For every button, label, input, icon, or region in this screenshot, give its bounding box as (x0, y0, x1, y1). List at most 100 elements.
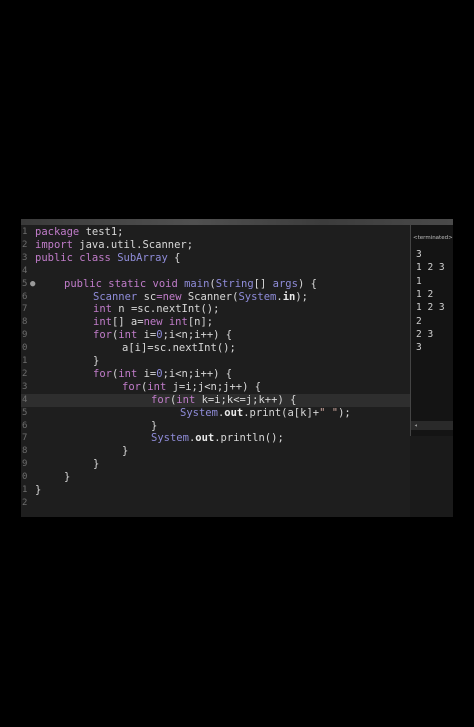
code-text: System.out.print(a[k]+" "); (180, 407, 351, 420)
console-view[interactable]: <terminated> 31 2 311 21 2 322 33 ◂ (410, 225, 453, 437)
code-line[interactable]: 9 for(int i=0;i<n;i++) { (21, 329, 410, 342)
console-output-line: 1 2 3 (416, 262, 445, 274)
code-token: for (122, 380, 141, 393)
line-number: 2 (22, 368, 28, 379)
code-text: public static void main(String[] args) { (64, 278, 317, 291)
breakpoint-marker-icon[interactable]: ● (30, 278, 35, 291)
code-token: ) { (297, 277, 317, 290)
code-token: i= (143, 329, 157, 342)
code-token: System (238, 290, 277, 303)
code-token: } (93, 458, 100, 471)
code-line[interactable]: 5 ● public static void main(String[] args)… (21, 278, 410, 291)
code-line[interactable]: 7 int n =sc.nextInt(); (21, 303, 410, 316)
code-token: [] (253, 277, 273, 290)
code-line[interactable]: 2 (21, 497, 410, 510)
code-line[interactable]: 1} (21, 355, 410, 368)
code-token: main (184, 277, 210, 290)
code-line[interactable]: 2 import java.util.Scanner; (21, 239, 410, 252)
ide-window: 1 package test1; 2 import java.util.Scanner… (21, 219, 453, 517)
code-line[interactable]: 1 package test1; (21, 226, 410, 239)
console-scrollbar[interactable]: ◂ (411, 421, 453, 430)
line-number: 1 (22, 485, 28, 495)
code-token: a[i]=sc.nextInt(); (122, 342, 236, 355)
code-token: } (122, 445, 129, 458)
code-text: for(int j=i;j<n;j++) { (122, 381, 261, 394)
console-empty-area (410, 436, 453, 517)
code-token: } (64, 471, 71, 484)
code-line[interactable]: 6 Scanner sc=new Scanner(System.in); (21, 291, 410, 304)
code-token: sc (143, 290, 157, 303)
code-text: } (151, 420, 157, 433)
code-token: [n]; (187, 316, 214, 329)
code-line[interactable]: 3 public class SubArray { (21, 252, 410, 265)
code-token: import (35, 238, 80, 251)
line-number: 6 (22, 291, 28, 302)
code-line[interactable]: 9} (21, 458, 410, 471)
line-number: 8 (22, 317, 28, 328)
code-line[interactable]: 4 for(int k=i;k<=j;k++) { (21, 393, 410, 407)
code-token: [] a= (111, 316, 144, 329)
line-number: 2 (22, 239, 28, 250)
code-token: k=i;k<=j;k++) { (201, 393, 297, 406)
code-token: int (147, 380, 173, 393)
code-editor[interactable]: 1 package test1; 2 import java.util.Scanner… (21, 225, 410, 517)
code-token: out (195, 432, 215, 445)
line-number: 9 (22, 330, 28, 341)
console-output-line: 2 3 (416, 328, 434, 340)
code-line[interactable]: 8 int[] a=new int[n]; (21, 316, 410, 329)
code-line[interactable]: 8} (21, 445, 410, 458)
line-number: 4 (22, 265, 28, 276)
code-token: public static void (64, 277, 185, 290)
line-number: 0 (22, 472, 28, 483)
code-text: a[i]=sc.nextInt(); (122, 342, 236, 355)
code-token: for (151, 393, 170, 406)
code-token: } (151, 419, 158, 432)
console-output-line: 1 2 (416, 288, 434, 300)
line-number: 7 (22, 433, 28, 444)
code-text: import java.util.Scanner; (35, 239, 193, 252)
console-output-line: 3 (416, 249, 422, 260)
code-token: .println(); (214, 432, 284, 445)
code-line[interactable]: 6} (21, 420, 410, 433)
code-token: String (215, 277, 254, 290)
code-token: test1; (85, 226, 124, 238)
code-line[interactable]: 2 for(int i=0;i<n;i++) { (21, 368, 410, 381)
code-token: j=i;j<n;j++) { (172, 380, 262, 393)
line-number: 8 (22, 446, 28, 457)
code-token: int (118, 367, 144, 380)
code-text: } (122, 445, 128, 458)
line-number: 0 (22, 343, 28, 354)
scroll-left-icon[interactable]: ◂ (414, 421, 418, 430)
code-token: { (167, 251, 181, 264)
code-line[interactable]: 1} (21, 484, 410, 497)
code-line[interactable]: 7 System.out.println(); (21, 432, 410, 445)
code-token: for (93, 367, 112, 380)
line-number: 9 (22, 459, 28, 470)
code-token: package (35, 226, 86, 238)
code-token: ;i<n;i++) { (162, 329, 233, 342)
code-token: ;i<n;i++) { (162, 367, 233, 380)
line-number: 4 (22, 394, 28, 405)
code-token: int (93, 303, 119, 316)
code-line[interactable]: 0 a[i]=sc.nextInt(); (21, 342, 410, 355)
code-line[interactable]: 5 System.out.print(a[k]+" "); (21, 407, 410, 420)
code-text: for(int i=0;i<n;i++) { (93, 368, 232, 381)
code-token: Scanner( (187, 290, 239, 303)
code-line[interactable]: 3 for(int j=i;j<n;j++) { (21, 381, 410, 394)
code-token: args (272, 277, 298, 290)
code-line[interactable]: 4 (21, 265, 410, 278)
code-token: new int (143, 316, 188, 329)
console-output-line: 1 (416, 275, 422, 287)
line-number: 1 (22, 227, 28, 237)
code-token: ); (295, 290, 309, 303)
code-token: System (151, 432, 189, 445)
code-text: package test1; (35, 226, 124, 239)
line-number: 5 (22, 407, 28, 418)
console-header: <terminated> (413, 235, 453, 241)
code-token: int (176, 393, 202, 406)
code-token: Scanner (93, 290, 144, 303)
code-token: out (224, 406, 244, 419)
code-text: for(int i=0;i<n;i++) { (93, 329, 232, 342)
code-text: int n =sc.nextInt(); (93, 303, 219, 316)
code-line[interactable]: 0} (21, 471, 410, 484)
